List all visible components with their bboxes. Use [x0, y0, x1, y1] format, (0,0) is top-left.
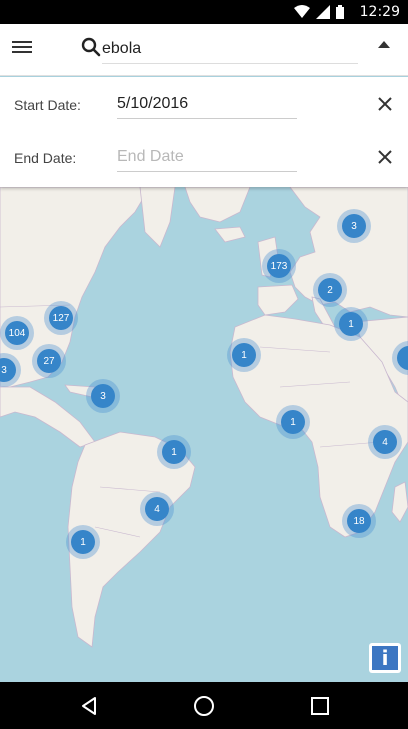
cluster-count: 1 — [71, 530, 95, 554]
cluster-count: 104 — [5, 321, 29, 345]
map-cluster[interactable]: 4 — [140, 492, 174, 526]
end-date-row: End Date: — [0, 130, 408, 180]
hamburger-menu-icon[interactable] — [12, 38, 34, 58]
clear-start-date-icon[interactable] — [376, 95, 394, 113]
map-cluster[interactable]: 1 — [276, 405, 310, 439]
map-info-button[interactable]: i — [369, 643, 401, 673]
map-cluster[interactable]: 1 — [66, 525, 100, 559]
cluster-count: 1 — [281, 410, 305, 434]
map-cluster[interactable]: 3 — [86, 379, 120, 413]
cluster-count: 3 — [91, 384, 115, 408]
status-icons — [294, 5, 344, 19]
cluster-count: 27 — [37, 349, 61, 373]
map-cluster[interactable]: 173 — [262, 249, 296, 283]
start-date-field[interactable] — [117, 89, 297, 119]
map-cluster[interactable]: 27 — [32, 344, 66, 378]
recents-icon[interactable] — [308, 694, 332, 718]
map-cluster[interactable]: 1 — [227, 338, 261, 372]
navigation-bar — [0, 682, 408, 729]
cluster-count: 1 — [162, 440, 186, 464]
search-input[interactable] — [102, 34, 358, 64]
battery-icon — [336, 5, 344, 19]
start-date-row: Start Date: — [0, 77, 408, 127]
signal-icon — [316, 5, 330, 19]
cluster-count: 127 — [49, 306, 73, 330]
search-icon — [81, 37, 101, 57]
date-filter-panel: Start Date: End Date: — [0, 77, 408, 187]
back-icon[interactable] — [77, 694, 101, 718]
wifi-icon — [294, 5, 310, 18]
status-time: 12:29 — [359, 4, 400, 20]
cluster-count: 3 — [342, 214, 366, 238]
cluster-count: 1 — [232, 343, 256, 367]
map-cluster[interactable]: 1 — [157, 435, 191, 469]
map-cluster[interactable]: 2 — [313, 273, 347, 307]
map-land-layer — [0, 187, 408, 648]
cluster-count: 1 — [339, 312, 363, 336]
map-cluster[interactable]: 18 — [342, 504, 376, 538]
info-icon: i — [372, 646, 398, 670]
search-toolbar — [0, 24, 408, 76]
cluster-count: 173 — [267, 254, 291, 278]
map-cluster[interactable]: 1 — [334, 307, 368, 341]
cluster-count: 4 — [145, 497, 169, 521]
app-screen: 12:29 Start Date: End Date: — [0, 0, 408, 729]
clear-end-date-icon[interactable] — [376, 148, 394, 166]
map-cluster[interactable]: 4 — [368, 425, 402, 459]
home-icon[interactable] — [192, 694, 216, 718]
map-cluster[interactable]: 127 — [44, 301, 78, 335]
start-date-label: Start Date: — [14, 97, 81, 113]
cluster-count: 18 — [347, 509, 371, 533]
status-bar: 12:29 — [0, 0, 408, 24]
cluster-count: 4 — [373, 430, 397, 454]
map-cluster[interactable]: 3 — [337, 209, 371, 243]
triangle-up-icon[interactable] — [378, 41, 390, 48]
end-date-field[interactable] — [117, 142, 297, 172]
end-date-label: End Date: — [14, 150, 77, 166]
cluster-count: 2 — [318, 278, 342, 302]
map-cluster[interactable]: 104 — [0, 316, 34, 350]
world-map[interactable]: 3 173 2 1 127 104 27 3 3 1 1 1 4 4 18 1 — [0, 187, 408, 682]
